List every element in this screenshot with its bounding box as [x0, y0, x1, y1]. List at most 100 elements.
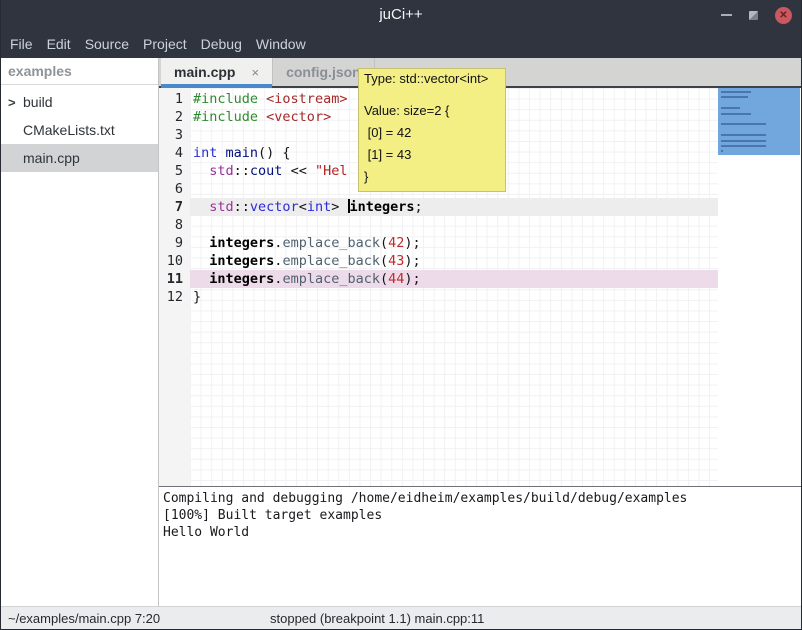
code-token: 43: [388, 253, 404, 269]
tooltip-value-line: }: [364, 166, 500, 188]
menu-item-window[interactable]: Window: [256, 36, 306, 52]
code-token: std: [209, 199, 233, 215]
terminal-output-line: [100%] Built target examples: [163, 507, 802, 524]
code-token: <vector>: [266, 109, 331, 125]
sidebar-item-label: build: [23, 94, 53, 110]
line-number: 3: [159, 126, 190, 144]
minimap-line-mark: [721, 140, 766, 142]
code-token: emplace_back: [282, 253, 380, 269]
code-token: cout: [250, 163, 283, 179]
code-line: std::vector<int> integers;: [190, 198, 718, 216]
tooltip-value-line: [1] = 43: [364, 144, 500, 166]
code-token: [193, 163, 209, 179]
line-number: 5: [159, 162, 190, 180]
tooltip-type-line: Type: std::vector<int>: [364, 71, 500, 86]
code-token: #include: [193, 109, 258, 125]
minimize-icon: [721, 14, 732, 16]
line-number: 7: [159, 198, 190, 216]
code-token: integers: [209, 253, 274, 269]
code-token: [217, 145, 225, 161]
file-tree: >buildCMakeLists.txtmain.cpp: [0, 85, 158, 172]
code-token: <<: [282, 163, 315, 179]
tab-label: config.json: [286, 64, 361, 80]
code-token: ;: [415, 199, 423, 215]
code-token: #include: [193, 91, 258, 107]
menu-item-source[interactable]: Source: [85, 36, 129, 52]
code-token: [193, 271, 209, 287]
sidebar-item-cmakelists-txt[interactable]: CMakeLists.txt: [0, 116, 158, 144]
code-token: >: [331, 199, 347, 215]
sidebar-item-label: main.cpp: [23, 150, 80, 166]
code-line: }: [190, 288, 718, 306]
menu-item-project[interactable]: Project: [143, 36, 187, 52]
code-token: emplace_back: [282, 235, 380, 251]
line-number: 8: [159, 216, 190, 234]
minimap-line-mark: [721, 123, 766, 125]
tooltip-value-lines: Value: size=2 { [0] = 42 [1] = 43}: [364, 100, 500, 188]
line-number: 2: [159, 108, 190, 126]
line-number: 9: [159, 234, 190, 252]
code-token: 42: [388, 235, 404, 251]
code-token: emplace_back: [282, 271, 380, 287]
code-line: integers.emplace_back(43);: [190, 252, 718, 270]
code-token: [193, 253, 209, 269]
minimap-line-mark: [721, 145, 766, 147]
code-token: <iostream>: [266, 91, 347, 107]
line-number: 10: [159, 252, 190, 270]
close-tab-icon[interactable]: ×: [251, 65, 259, 80]
code-token: [193, 235, 209, 251]
code-token: [258, 91, 266, 107]
minimize-button[interactable]: [721, 14, 732, 16]
menubar: File Edit Source Project Debug Window: [0, 30, 802, 58]
terminal-output-line: Compiling and debugging /home/eidheim/ex…: [163, 490, 802, 507]
code-token: std: [209, 163, 233, 179]
menu-item-edit[interactable]: Edit: [47, 36, 71, 52]
code-token: integers: [209, 271, 274, 287]
window-title: juCi++: [0, 0, 802, 30]
minimap-line-mark: [721, 91, 751, 93]
menu-item-file[interactable]: File: [10, 36, 33, 52]
restore-icon: [749, 11, 758, 20]
file-tree-sidebar: examples >buildCMakeLists.txtmain.cpp: [0, 58, 159, 606]
minimap-line-mark: [721, 96, 748, 98]
tab-label: main.cpp: [174, 64, 235, 80]
restore-button[interactable]: [749, 11, 758, 20]
close-button[interactable]: ✕: [775, 7, 792, 24]
minimap-line-mark: [721, 107, 740, 109]
status-file-position: ~/examples/main.cpp 7:20: [8, 607, 160, 630]
code-token: () {: [258, 145, 291, 161]
sidebar-item-build[interactable]: >build: [0, 88, 158, 116]
project-name-header: examples: [0, 58, 158, 85]
chevron-right-icon[interactable]: >: [8, 95, 23, 110]
code-token: vector: [250, 199, 299, 215]
code-line: [190, 216, 718, 234]
sidebar-item-main-cpp[interactable]: main.cpp: [0, 144, 158, 172]
code-token: ::: [234, 199, 250, 215]
code-token: int: [307, 199, 331, 215]
minimap-line-mark: [721, 150, 723, 152]
minimap-line-mark: [721, 134, 766, 136]
code-token: main: [226, 145, 259, 161]
code-token: integers: [209, 235, 274, 251]
code-token: ::: [234, 163, 250, 179]
line-number: 1: [159, 90, 190, 108]
minimap[interactable]: [718, 88, 802, 486]
line-number: 6: [159, 180, 190, 198]
tooltip-value-line: [0] = 42: [364, 122, 500, 144]
minimap-line-mark: [721, 113, 751, 115]
code-token: );: [404, 271, 420, 287]
line-number: 12: [159, 288, 190, 306]
menu-item-debug[interactable]: Debug: [201, 36, 242, 52]
terminal-panel[interactable]: Compiling and debugging /home/eidheim/ex…: [159, 486, 802, 606]
code-token: [258, 109, 266, 125]
tab-main-cpp[interactable]: main.cpp ×: [161, 58, 273, 86]
titlebar: juCi++ ✕: [0, 0, 802, 30]
code-token: <: [299, 199, 307, 215]
close-icon: ✕: [779, 10, 787, 21]
code-token: );: [404, 253, 420, 269]
line-number-gutter: 123456789101112: [159, 88, 190, 486]
code-token: (: [380, 235, 388, 251]
minimap-slider[interactable]: [718, 88, 800, 155]
line-number: 4: [159, 144, 190, 162]
code-token: (: [380, 271, 388, 287]
